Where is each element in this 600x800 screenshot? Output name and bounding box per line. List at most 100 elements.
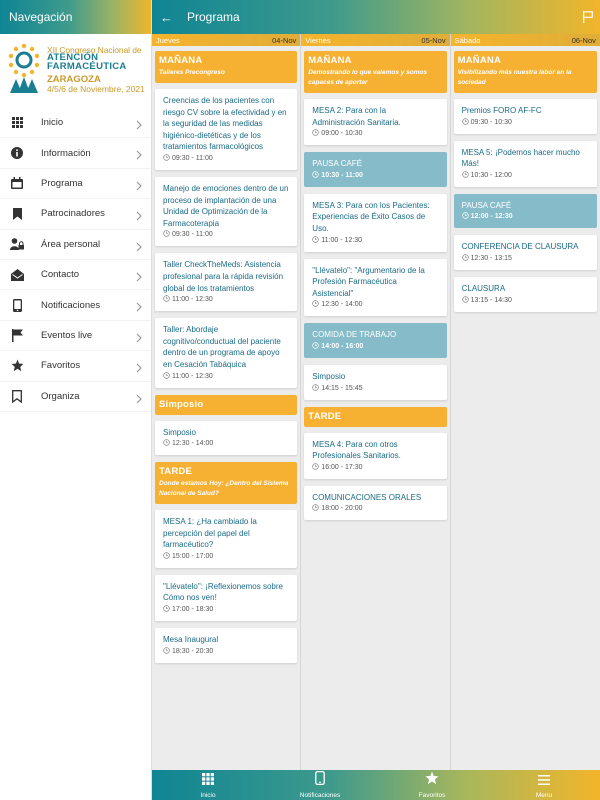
day-events: MAÑANA Talleres Precongreso Creencias de… <box>152 46 300 675</box>
section-title: MAÑANA <box>159 55 203 66</box>
section-subtitle: Visibilizando más nuestra labor en la so… <box>457 69 572 86</box>
event-title: Mesa Inaugural <box>163 635 219 645</box>
day-header: Viernes 05-Nov <box>301 34 450 46</box>
day-header: Sábado 06-Nov <box>450 34 600 46</box>
bottom-nav-label: Inicio <box>200 791 216 799</box>
event-title: MESA 3: Para con los Pacientes: Experien… <box>312 200 430 233</box>
day-header: Jueves 04-Nov <box>152 34 301 46</box>
event-time: 12:30 - 14:00 <box>163 439 289 448</box>
nav-item-favoritos[interactable]: Favoritos <box>0 351 151 382</box>
section-subtitle: Demostrando lo que valemos y somos capac… <box>308 69 428 86</box>
event-title: MESA 4: Para con otros Profesionales San… <box>312 439 401 461</box>
event-card[interactable]: Manejo de emociones dentro de un proceso… <box>155 176 298 247</box>
event-card[interactable]: COMUNICACIONES ORALES 18:00 - 20:00 <box>304 485 447 521</box>
clock-icon <box>312 383 320 393</box>
nav-item-contacto[interactable]: Contacto <box>0 260 151 291</box>
event-time: 09:30 - 10:30 <box>461 117 589 127</box>
nav-label: Inicio <box>41 117 64 129</box>
event-time: 18:30 - 20:30 <box>163 646 289 656</box>
day-name: Sábado <box>454 35 481 45</box>
event-card[interactable]: Taller: Abordaje cognitivo/conductual de… <box>155 318 298 388</box>
bottom-nav-menu[interactable]: Menu <box>488 770 600 800</box>
nav-label: Patrocinadores <box>41 208 105 220</box>
clock-icon <box>461 117 469 127</box>
page-title: Programa <box>187 10 240 24</box>
nav-item-patrocinadores[interactable]: Patrocinadores <box>0 199 151 230</box>
section-title: TARDE <box>308 410 342 422</box>
event-title: PAUSA CAFÉ <box>461 200 512 210</box>
bottom-nav-inicio[interactable]: Inicio <box>152 770 264 800</box>
clock-icon <box>163 552 170 561</box>
day-date: 06-Nov <box>571 35 596 45</box>
day-column-sabado: Sábado 06-Nov MAÑANA Visibilizando más n… <box>450 34 600 770</box>
break-card[interactable]: PAUSA CAFÉ 12:00 - 12:30 <box>453 193 597 229</box>
event-card[interactable]: MESA 2: Para con la Administración Sanit… <box>304 99 447 146</box>
break-card[interactable]: COMIDA DE TRABAJO 14:00 - 16:00 <box>304 323 447 358</box>
event-card[interactable]: "Llévatelo": ¡Reflexionemos sobre Cómo n… <box>155 574 298 622</box>
event-title: "Llévatelo": ¡Reflexionemos sobre Cómo n… <box>163 581 283 603</box>
nav-item-area-personal[interactable]: Área personal <box>0 230 151 260</box>
flag-outline-icon[interactable] <box>583 10 593 28</box>
event-card[interactable]: Simposio 14:15 - 15:45 <box>304 364 447 400</box>
star-icon <box>425 771 439 790</box>
chevron-right-icon <box>136 147 142 165</box>
event-card[interactable]: Mesa Inaugural 18:30 - 20:30 <box>155 628 298 663</box>
nav-item-inicio[interactable]: Inicio <box>0 108 151 139</box>
nav-item-notificaciones[interactable]: Notificaciones <box>0 290 151 321</box>
event-card[interactable]: CONFERENCIA DE CLAUSURA 12:30 - 13:15 <box>453 235 597 270</box>
event-card[interactable]: CLAUSURA 13:15 - 14:30 <box>453 276 597 312</box>
break-card[interactable]: PAUSA CAFÉ 10:30 - 11:00 <box>304 152 447 187</box>
chevron-right-icon <box>136 299 142 317</box>
section-title: TARDE <box>159 466 193 478</box>
nav-item-programa[interactable]: Programa <box>0 169 151 200</box>
nav-label: Área personal <box>41 238 101 250</box>
event-card[interactable]: MESA 5: ¡Podemos hacer mucho Más! 10:30 … <box>453 140 597 187</box>
event-title: MESA 1: ¿Ha cambiado la percepción del p… <box>163 517 257 550</box>
event-time: 10:30 - 12:00 <box>461 171 589 180</box>
event-title: COMUNICACIONES ORALES <box>312 492 422 502</box>
nav-item-organiza[interactable]: Organiza <box>0 382 151 412</box>
event-card[interactable]: MESA 4: Para con otros Profesionales San… <box>304 432 447 479</box>
back-arrow-icon[interactable]: ← <box>160 10 173 25</box>
nav-label: Eventos live <box>41 329 93 341</box>
congress-logo-icon <box>8 43 40 93</box>
event-card[interactable]: Simposio 12:30 - 14:00 <box>155 420 298 456</box>
section-title: MAÑANA <box>457 55 502 66</box>
event-time: 10:30 - 11:00 <box>312 171 438 180</box>
clock-icon <box>312 171 320 180</box>
event-time: 09:30 - 11:00 <box>163 230 289 239</box>
event-time: 12:30 - 13:15 <box>461 254 589 263</box>
grid-icon <box>9 115 25 131</box>
nav-list: Inicio Información Programa Patrocinador… <box>0 108 151 412</box>
event-card[interactable]: "Llévatelo": "Argumentario de la Profesi… <box>304 258 447 317</box>
nav-item-eventos-live[interactable]: Eventos live <box>0 321 151 352</box>
clock-icon <box>461 295 469 305</box>
bottom-nav-favoritos[interactable]: Favoritos <box>376 770 488 800</box>
event-title: CLAUSURA <box>461 283 506 293</box>
event-time: 13:15 - 14:30 <box>461 295 589 305</box>
event-card[interactable]: Creencias de los pacientes con riesgo CV… <box>155 89 298 170</box>
chevron-right-icon <box>136 360 142 378</box>
bottom-nav-label: Favoritos <box>418 792 446 799</box>
event-title: Simposio <box>312 371 346 381</box>
chevron-right-icon <box>136 117 142 135</box>
event-card[interactable]: Premios FORO AF-FC 09:30 - 10:30 <box>453 99 597 134</box>
bottom-nav-label: Notificaciones <box>299 792 341 799</box>
clock-icon <box>312 300 320 309</box>
schedule-columns: Jueves 04-Nov MAÑANA Talleres Precongres… <box>152 34 600 770</box>
event-time: 11:00 - 12:30 <box>163 295 289 304</box>
event-time: 09:30 - 11:00 <box>163 154 289 163</box>
bookmark-icon <box>9 206 25 222</box>
bottom-nav-notificaciones[interactable]: Notificaciones <box>264 770 376 800</box>
phone-icon <box>9 297 25 313</box>
event-time: 14:15 - 15:45 <box>312 383 438 393</box>
event-card[interactable]: MESA 1: ¿Ha cambiado la percepción del p… <box>155 510 298 568</box>
event-card[interactable]: Taller CheckTheMeds: Asistencia profesio… <box>155 253 298 312</box>
event-title: Simposio <box>163 427 196 437</box>
clock-icon <box>163 230 170 239</box>
event-title: CONFERENCIA DE CLAUSURA <box>461 242 579 252</box>
event-card[interactable]: MESA 3: Para con los Pacientes: Experien… <box>304 193 447 252</box>
section-subtitle: Donde estamos Hoy: ¿Dentro del Sistema N… <box>159 480 289 498</box>
day-date: 05-Nov <box>421 35 446 45</box>
nav-item-informacion[interactable]: Información <box>0 138 151 169</box>
